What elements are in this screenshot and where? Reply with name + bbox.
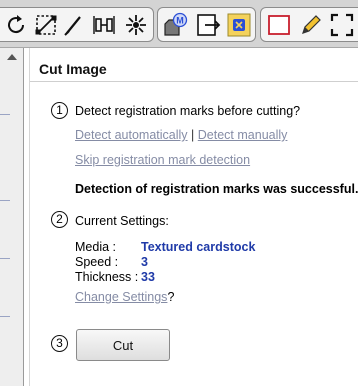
draw-tool-group: [260, 7, 358, 42]
rectangle-icon[interactable]: [266, 12, 292, 38]
left-pane[interactable]: [0, 48, 24, 386]
panel-header: Cut Image: [30, 48, 358, 82]
ruler-guide: [0, 200, 10, 201]
transform-tool-group: [0, 7, 154, 42]
change-settings-row: Change Settings?: [75, 290, 174, 304]
detection-status: Detection of registration marks was succ…: [75, 182, 358, 196]
ruler-guide: [0, 258, 10, 259]
weld-icon[interactable]: [123, 12, 149, 38]
media-tool-group: M: [157, 7, 256, 42]
line-icon[interactable]: [61, 12, 87, 38]
detect-manually-link[interactable]: Detect manually: [198, 128, 288, 142]
change-settings-suffix: ?: [167, 290, 175, 304]
speed-label: Speed :: [75, 255, 119, 269]
pencil-icon[interactable]: [298, 12, 324, 38]
detect-automatically-link[interactable]: Detect automatically: [75, 128, 188, 142]
registration-icon[interactable]: [226, 12, 252, 38]
link-separator: |: [191, 128, 195, 142]
cut-image-panel: Cut Image 1 Detect registration marks be…: [29, 48, 358, 386]
media-label: Media :: [75, 240, 116, 254]
thickness-value: 33: [141, 270, 155, 284]
fullscreen-icon[interactable]: [329, 12, 355, 38]
thickness-label: Thickness :: [75, 270, 139, 284]
cut-button[interactable]: Cut: [76, 329, 170, 361]
ruler-guide: [0, 114, 10, 115]
media-icon[interactable]: M: [162, 12, 188, 38]
current-settings-heading: Current Settings:: [75, 214, 169, 228]
step-1-prompt: Detect registration marks before cutting…: [75, 104, 301, 118]
step-3-badge: 3: [51, 335, 68, 352]
rotate-icon[interactable]: [3, 12, 29, 38]
step-2-badge: 2: [51, 211, 68, 228]
media-value: Textured cardstock: [141, 240, 256, 254]
align-icon[interactable]: [91, 12, 117, 38]
ruler-guide: [0, 316, 10, 317]
svg-text:M: M: [176, 16, 184, 26]
step-1-badge: 1: [51, 102, 68, 119]
toolbar: M: [0, 0, 358, 48]
detect-options: Detect automatically | Detect manually: [75, 128, 287, 142]
panel-title: Cut Image: [39, 61, 107, 77]
skip-detection-link[interactable]: Skip registration mark detection: [75, 153, 250, 167]
change-settings-link[interactable]: Change Settings: [75, 290, 167, 304]
scroll-up-icon[interactable]: [7, 54, 17, 60]
speed-value: 3: [141, 255, 148, 269]
export-icon[interactable]: [195, 12, 221, 38]
scale-icon[interactable]: [33, 12, 59, 38]
